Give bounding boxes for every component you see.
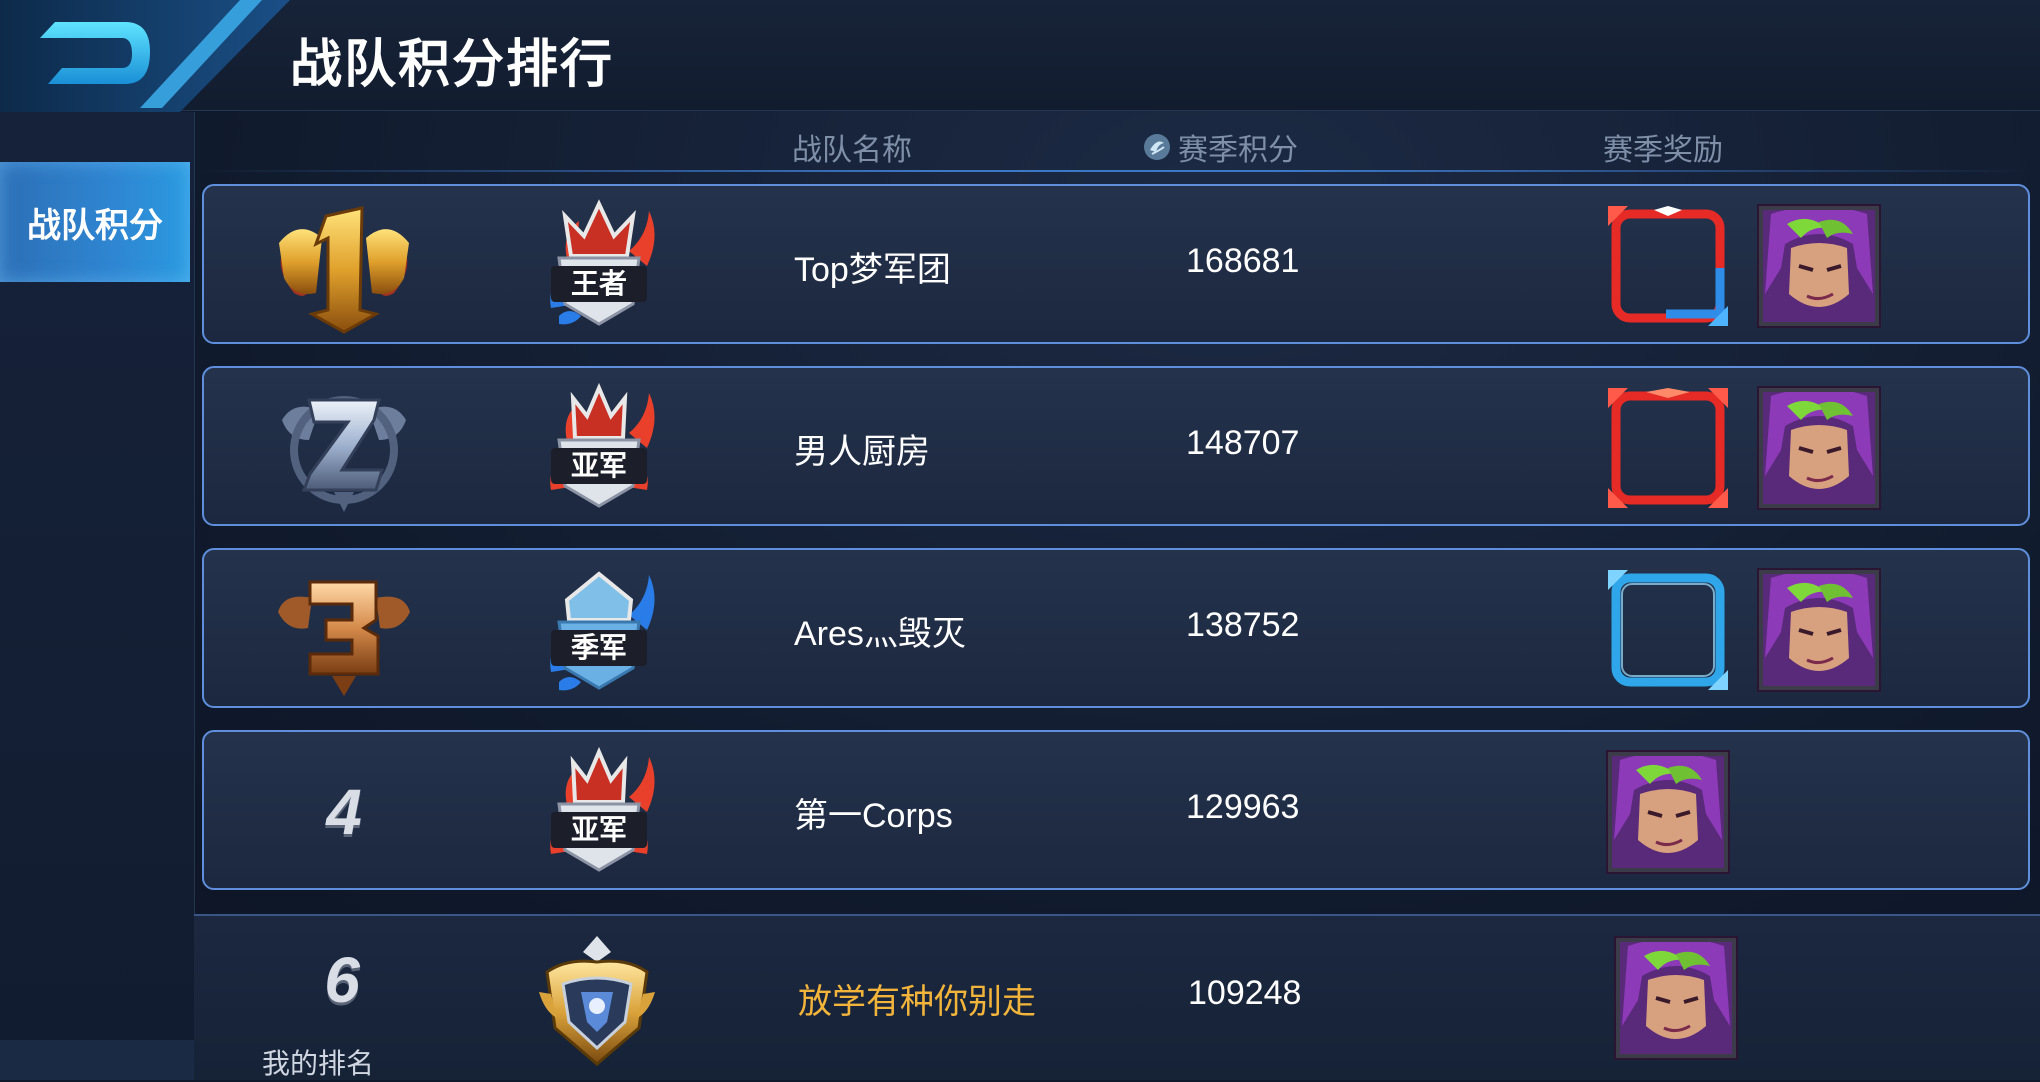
team-name: 第一Corps — [794, 797, 953, 835]
bronze-rank-3-icon — [264, 562, 424, 698]
page-title: 战队积分排行 — [290, 36, 615, 94]
my-rank-value: 6 — [324, 944, 360, 1016]
back-button[interactable] — [0, 0, 290, 112]
reward-avatar-frame-blue[interactable] — [1606, 568, 1730, 692]
tier-badge-label: 季军 — [571, 631, 627, 664]
tier-badge-label: 亚军 — [571, 449, 627, 482]
points-icon — [1144, 134, 1170, 160]
sidebar-footer — [0, 1040, 194, 1080]
team-score: 129963 — [1186, 788, 1300, 826]
my-team-name: 放学有种你别走 — [798, 983, 1036, 1021]
tab-team-points-label: 战队积分 — [27, 206, 163, 245]
gold-tier-badge-icon — [527, 932, 667, 1072]
tab-team-points[interactable]: 战队积分 — [0, 162, 190, 282]
gold-rank-1-icon — [264, 198, 424, 334]
table-row[interactable]: 王者 Top梦军团 168681 — [202, 184, 2030, 344]
hero-portrait-icon — [1757, 204, 1881, 328]
tier-badge-label: 王者 — [571, 267, 627, 300]
leaderboard-screen: 战队积分排行 战队积分 战队名称 赛季积分 赛季奖励 王者 Top梦军团 168… — [0, 0, 2040, 1080]
hero-portrait-icon — [1606, 750, 1730, 874]
my-team-score: 109248 — [1188, 974, 1302, 1012]
column-header-season-reward: 赛季奖励 — [1603, 134, 1723, 167]
table-row[interactable]: 亚军 男人厨房 148707 — [202, 366, 2030, 526]
team-score: 168681 — [1186, 242, 1300, 280]
reward-hero-portrait[interactable] — [1614, 936, 1738, 1060]
red-blue-avatar-frame-icon — [1608, 206, 1728, 326]
my-rank-row[interactable]: 6 我的排名 放学有种你别走 109248 — [194, 914, 2040, 1080]
reward-hero-portrait[interactable] — [1757, 568, 1881, 692]
season-points-header-label: 赛季积分 — [1178, 134, 1298, 167]
blue-avatar-frame-icon — [1608, 570, 1728, 690]
tier-badge-third-place: 季军 — [529, 560, 669, 700]
table-row[interactable]: 4 亚军 第一Corps 129963 — [202, 730, 2030, 890]
team-score: 148707 — [1186, 424, 1300, 462]
reward-hero-portrait[interactable] — [1757, 386, 1881, 510]
my-rank-label: 我的排名 — [262, 1048, 375, 1079]
column-header-team-name: 战队名称 — [792, 134, 912, 167]
hero-portrait-icon — [1757, 386, 1881, 510]
tier-badge-label: 亚军 — [571, 813, 627, 846]
team-score: 138752 — [1186, 606, 1300, 644]
reward-avatar-frame-red[interactable] — [1606, 386, 1730, 510]
top-bar: 战队积分排行 — [0, 0, 2040, 112]
hero-portrait-icon — [1757, 568, 1881, 692]
my-rank-number: 6 — [262, 930, 422, 1030]
team-name: 男人厨房 — [794, 433, 930, 471]
sidebar: 战队积分 — [0, 112, 195, 1080]
team-name: Top梦军团 — [794, 251, 951, 289]
red-avatar-frame-icon — [1608, 388, 1728, 508]
column-header-season-points: 赛季积分 — [1142, 125, 1298, 169]
tier-badge-runner-up: 亚军 — [529, 378, 669, 518]
rank-value: 4 — [326, 776, 362, 848]
hero-portrait-icon — [1614, 936, 1738, 1060]
silver-rank-2-icon — [264, 380, 424, 516]
header-divider — [200, 170, 2030, 172]
reward-hero-portrait[interactable] — [1606, 750, 1730, 874]
reward-hero-portrait[interactable] — [1757, 204, 1881, 328]
table-row[interactable]: 季军 Ares灬毁灭 138752 — [202, 548, 2030, 708]
team-name: Ares灬毁灭 — [794, 615, 966, 653]
rank-number: 4 — [264, 744, 424, 880]
tier-badge-runner-up: 亚军 — [529, 742, 669, 882]
tier-badge-king: 王者 — [529, 196, 669, 336]
back-arrow-icon — [0, 0, 290, 112]
reward-avatar-frame-red-blue[interactable] — [1606, 204, 1730, 328]
